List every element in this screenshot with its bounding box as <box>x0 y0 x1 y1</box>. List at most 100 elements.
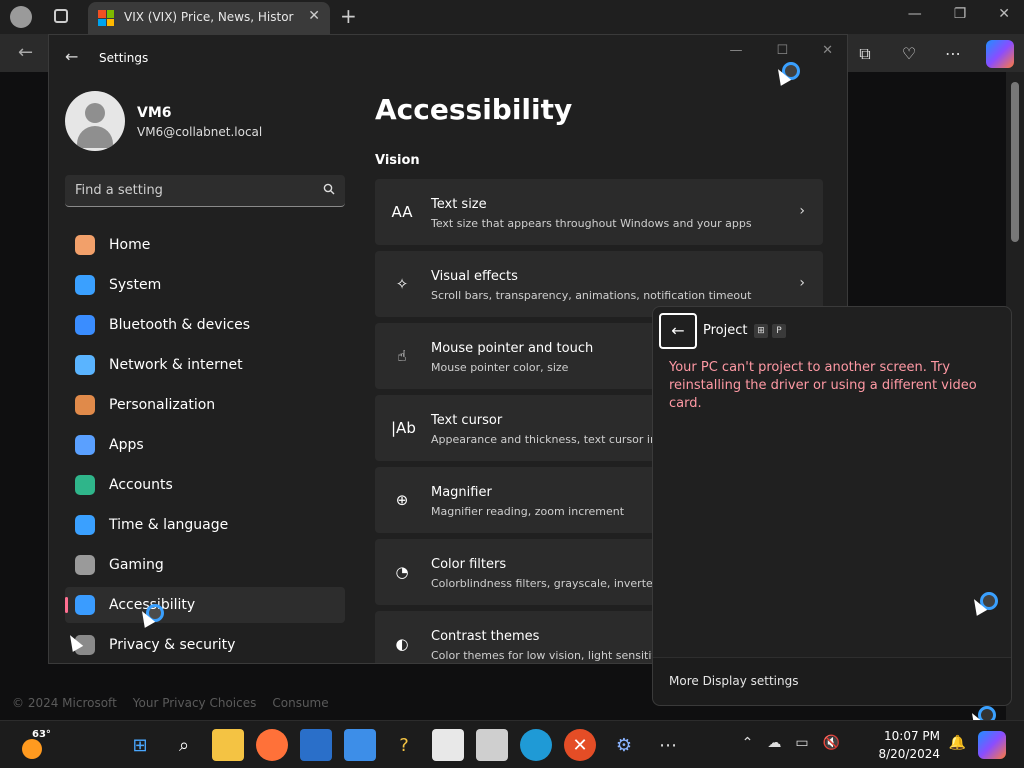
sidebar-item-label: System <box>109 277 162 293</box>
sidebar-item-label: Time & language <box>109 517 229 533</box>
search-input[interactable] <box>65 175 305 205</box>
photos-icon[interactable] <box>300 729 332 761</box>
minimize-icon[interactable]: — <box>908 6 922 22</box>
browser-profile-avatar[interactable] <box>10 6 32 28</box>
close-app-icon[interactable]: ✕ <box>564 729 596 761</box>
pointer-touch-icon: ☝ <box>397 347 407 365</box>
bluetooth-icon <box>75 315 95 335</box>
volume-muted-icon[interactable]: 🔇 <box>823 735 840 751</box>
browser-tab-title: VIX (VIX) Price, News, History, Pr <box>124 10 294 24</box>
firefox-icon[interactable] <box>256 729 288 761</box>
card-title: Mouse pointer and touch <box>431 341 594 356</box>
browser-window-controls: — ❐ ✕ <box>908 6 1010 22</box>
home-icon <box>75 235 95 255</box>
start-icon[interactable]: ⊞ <box>124 729 156 761</box>
taskbar: 63° ⊞ ⌕ ? ✕ ⚙ ⋯ ⌃ ☁ ▭ 🔇 10:07 PM 8/20/20… <box>0 720 1024 768</box>
sidebar-item-label: Bluetooth & devices <box>109 317 251 333</box>
sidebar-item-label: Gaming <box>109 557 164 573</box>
sidebar-item-privacy-security[interactable]: Privacy & security <box>65 627 345 663</box>
card-title: Color filters <box>431 557 507 572</box>
accessibility-icon <box>75 595 95 615</box>
card-subtitle: Text size that appears throughout Window… <box>431 217 752 230</box>
sidebar-item-accounts[interactable]: Accounts <box>65 467 345 503</box>
card-subtitle: Scroll bars, transparency, animations, n… <box>431 289 752 302</box>
chevron-up-icon[interactable]: ⌃ <box>742 735 754 751</box>
card-subtitle: Color themes for low vision, light sensi… <box>431 649 672 662</box>
card-subtitle: Magnifier reading, zoom increment <box>431 505 625 518</box>
browser-tabbar: VIX (VIX) Price, News, History, Pr ✕ + —… <box>0 0 1024 34</box>
scroll-thumb[interactable] <box>1011 82 1019 242</box>
gamepad-icon <box>75 555 95 575</box>
app-icon[interactable] <box>476 729 508 761</box>
back-arrow-icon[interactable]: ← <box>18 42 33 63</box>
footer-privacy-link[interactable]: Your Privacy Choices <box>133 696 257 710</box>
more-icon[interactable]: ⋯ <box>942 43 964 65</box>
sidebar-item-label: Personalization <box>109 397 216 413</box>
sidebar-item-label: Apps <box>109 437 144 453</box>
p-key-badge: P <box>772 324 786 338</box>
edge-icon[interactable] <box>520 729 552 761</box>
sidebar-item-label: Accounts <box>109 477 173 493</box>
sidebar-item-time-language[interactable]: Time & language <box>65 507 345 543</box>
copilot-icon[interactable] <box>986 40 1014 68</box>
chevron-right-icon: › <box>799 203 805 219</box>
card-title: Contrast themes <box>431 629 540 644</box>
paint-icon[interactable] <box>344 729 376 761</box>
clock-date[interactable]: 8/20/2024 <box>878 747 940 761</box>
setting-card-text-size[interactable]: AA Text size Text size that appears throug… <box>375 179 823 245</box>
sidebar-item-home[interactable]: Home <box>65 227 345 263</box>
sidebar-item-apps[interactable]: Apps <box>65 427 345 463</box>
section-title: Vision <box>375 153 420 168</box>
performance-icon[interactable]: ♡ <box>898 43 920 65</box>
onedrive-icon[interactable]: ☁ <box>767 735 781 751</box>
apps-icon <box>75 435 95 455</box>
sidebar-item-gaming[interactable]: Gaming <box>65 547 345 583</box>
close-icon[interactable]: ✕ <box>308 8 320 24</box>
close-icon[interactable]: ✕ <box>998 6 1010 22</box>
weather-icon <box>22 739 42 759</box>
text-cursor-icon: |Ab <box>391 419 416 437</box>
sidebar-item-label: Privacy & security <box>109 637 236 653</box>
project-error-message: Your PC can't project to another screen.… <box>669 360 977 411</box>
more-display-settings-link[interactable]: More Display settings <box>669 674 798 688</box>
wifi-icon <box>75 355 95 375</box>
sidebar-item-label: Network & internet <box>109 357 243 373</box>
back-arrow-icon[interactable]: ← <box>65 47 78 66</box>
settings-gear-icon[interactable]: ⚙ <box>608 729 640 761</box>
clock-time[interactable]: 10:07 PM <box>884 729 940 743</box>
tab-actions-icon[interactable] <box>54 9 68 23</box>
collections-icon[interactable]: ⧉ <box>854 43 876 65</box>
notification-bell-icon[interactable]: 🔔 <box>949 735 966 751</box>
new-tab-button[interactable]: + <box>340 4 357 28</box>
profile-name: VM6 <box>137 105 172 121</box>
clock-globe-icon <box>75 515 95 535</box>
footer-consumer-link[interactable]: Consume <box>272 696 328 710</box>
help-icon[interactable]: ? <box>388 729 420 761</box>
more-icon[interactable]: ⋯ <box>652 729 684 761</box>
network-icon[interactable]: ▭ <box>795 735 808 751</box>
settings-nav: Home System Bluetooth & devices Network & i… <box>65 227 345 663</box>
browser-tab[interactable]: VIX (VIX) Price, News, History, Pr ✕ <box>88 2 330 34</box>
project-flyout: ← Project ⊞ P Your PC can't project to a… <box>652 306 1012 706</box>
card-title: Visual effects <box>431 269 518 284</box>
taskbar-apps: ⊞ ⌕ ? ✕ ⚙ ⋯ <box>124 729 684 761</box>
back-button[interactable]: ← <box>659 313 697 349</box>
palette-icon: ◔ <box>395 563 409 581</box>
brush-icon <box>75 395 95 415</box>
sidebar-item-accessibility[interactable]: Accessibility <box>65 587 345 623</box>
sidebar-item-system[interactable]: System <box>65 267 345 303</box>
restore-icon[interactable]: ❐ <box>954 6 967 22</box>
search-icon[interactable]: ⌕ <box>168 729 200 761</box>
card-title: Text cursor <box>431 413 503 428</box>
sidebar-item-personalization[interactable]: Personalization <box>65 387 345 423</box>
project-footer: More Display settings <box>653 657 1011 705</box>
sparkle-icon: ✧ <box>395 275 409 293</box>
window-icon[interactable] <box>432 729 464 761</box>
copilot-icon[interactable] <box>978 731 1006 759</box>
sidebar-item-network-internet[interactable]: Network & internet <box>65 347 345 383</box>
card-title: Text size <box>431 197 487 212</box>
windows-key-badge: ⊞ <box>754 324 768 338</box>
file-explorer-icon[interactable] <box>212 729 244 761</box>
search-icon[interactable] <box>323 183 335 195</box>
sidebar-item-bluetooth-devices[interactable]: Bluetooth & devices <box>65 307 345 343</box>
